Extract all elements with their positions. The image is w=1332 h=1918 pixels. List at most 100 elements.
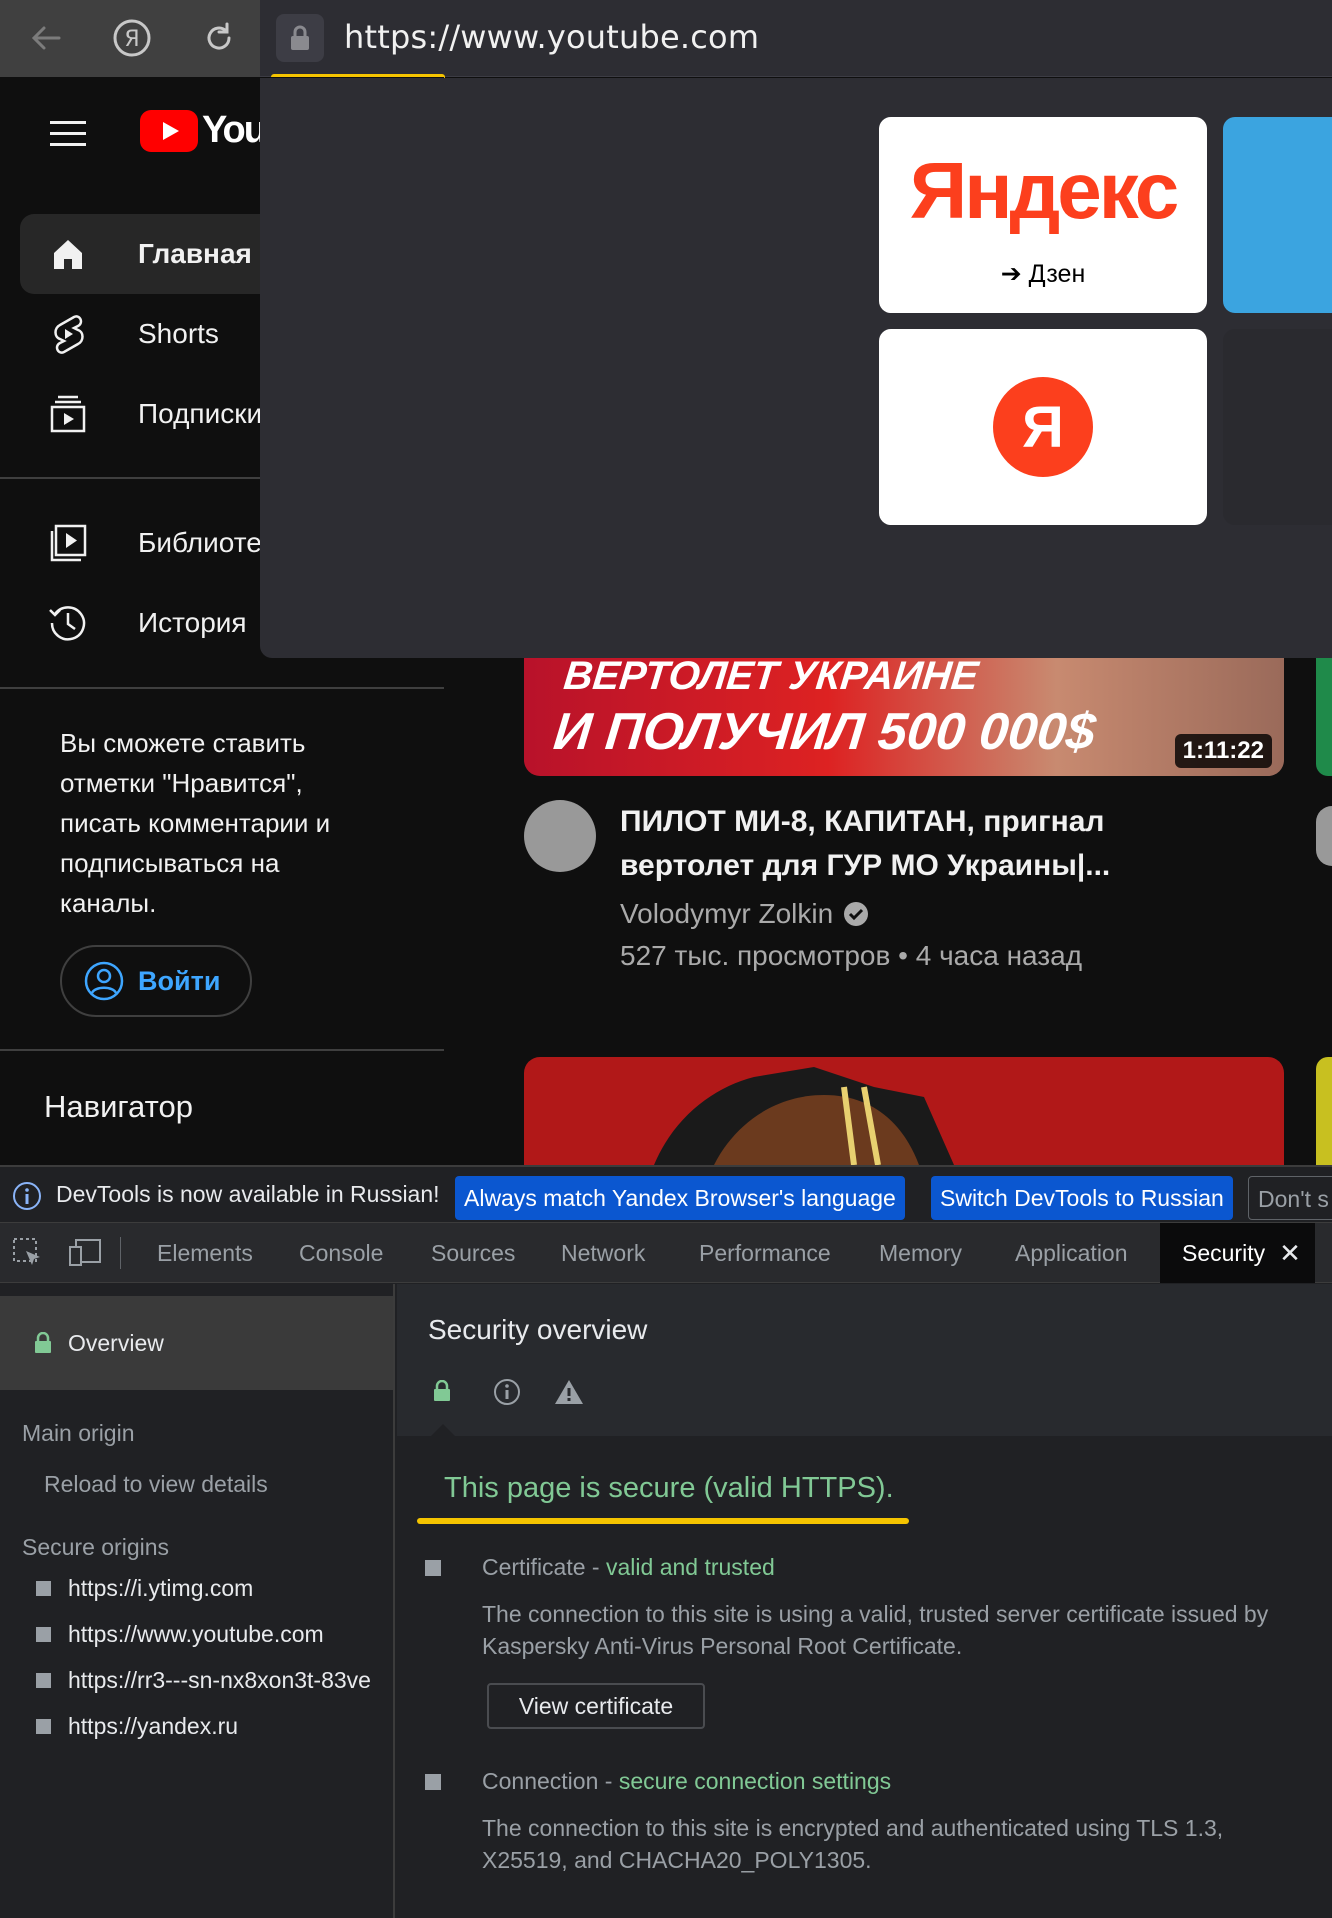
yandex-logo: Яндекс bbox=[879, 145, 1207, 237]
security-overview-header: Security overview bbox=[397, 1284, 1332, 1436]
secure-lock-icon bbox=[434, 1380, 450, 1401]
tab-application[interactable]: Application bbox=[1015, 1223, 1128, 1283]
ya-logo-icon: Я bbox=[993, 377, 1093, 477]
certificate-label: Certificate bbox=[482, 1554, 586, 1580]
thumbnail-text: ВЕРТОЛЕТ УКРАИНЕ bbox=[561, 654, 981, 698]
origin-url: https://rr3---sn-nx8xon3t-83ve bbox=[68, 1667, 371, 1693]
lock-icon[interactable] bbox=[276, 14, 324, 62]
sidebar-item-overview[interactable]: Overview bbox=[0, 1296, 393, 1390]
channel-avatar[interactable] bbox=[524, 800, 596, 872]
verified-check-icon bbox=[844, 902, 869, 926]
connection-label: Connection bbox=[482, 1768, 599, 1794]
switch-russian-button[interactable]: Switch DevTools to Russian bbox=[931, 1176, 1233, 1220]
next-thumbnail-edge[interactable] bbox=[1316, 1057, 1332, 1165]
back-arrow-icon[interactable] bbox=[18, 10, 74, 66]
toolbar-divider bbox=[120, 1237, 121, 1269]
origin-item[interactable]: https://yandex.ru bbox=[36, 1713, 238, 1740]
navigator-heading: Навигатор bbox=[44, 1089, 193, 1124]
youtube-play-icon bbox=[140, 109, 198, 152]
video-thumbnail[interactable] bbox=[524, 1057, 1284, 1165]
channel-name[interactable]: Volodymyr Zolkin bbox=[620, 898, 833, 930]
tab-memory[interactable]: Memory bbox=[879, 1223, 962, 1283]
main-origin-heading: Main origin bbox=[22, 1420, 135, 1446]
certificate-status: valid and trusted bbox=[606, 1554, 775, 1580]
connection-heading: Connection - secure connection settings bbox=[482, 1768, 892, 1794]
speed-dial-tile-yandex[interactable]: Яндекс ➔ Дзен bbox=[879, 117, 1207, 313]
certificate-heading: Certificate - valid and trusted bbox=[482, 1554, 775, 1580]
origin-item[interactable]: https://www.youtube.com bbox=[36, 1621, 324, 1648]
origin-item[interactable]: https://i.ytimg.com bbox=[36, 1575, 253, 1602]
tab-console[interactable]: Console bbox=[299, 1223, 383, 1283]
origin-item[interactable]: https://rr3---sn-nx8xon3t-83ve bbox=[36, 1667, 393, 1694]
sidebar-item-label: Shorts bbox=[138, 318, 219, 349]
selection-caret bbox=[431, 1424, 455, 1436]
dont-show-button[interactable]: Don't s bbox=[1248, 1176, 1332, 1220]
svg-text:Я: Я bbox=[124, 27, 139, 52]
address-bar[interactable]: https://www.youtube.com bbox=[260, 0, 1332, 80]
tab-sources[interactable]: Sources bbox=[431, 1223, 515, 1283]
sidebar-item-label: Главная bbox=[138, 238, 252, 269]
signin-label: Войти bbox=[138, 965, 221, 996]
reload-icon[interactable] bbox=[191, 10, 247, 66]
hamburger-menu-icon[interactable] bbox=[48, 117, 88, 154]
tab-security[interactable]: Security ✕ bbox=[1160, 1223, 1315, 1283]
info-icon bbox=[12, 1181, 42, 1216]
security-overview-title: Security overview bbox=[428, 1314, 648, 1345]
connection-status: secure connection settings bbox=[618, 1768, 892, 1794]
info-icon bbox=[494, 1379, 520, 1405]
origin-url: https://www.youtube.com bbox=[68, 1621, 324, 1647]
inspect-element-icon[interactable] bbox=[12, 1237, 44, 1274]
sidebar-item-label: История bbox=[138, 607, 247, 638]
channel-name-row[interactable]: Volodymyr Zolkin bbox=[620, 898, 869, 930]
next-channel-avatar[interactable] bbox=[1316, 806, 1332, 866]
tab-network[interactable]: Network bbox=[561, 1223, 645, 1283]
history-icon bbox=[20, 602, 116, 644]
highlight-underline bbox=[417, 1518, 909, 1524]
certificate-bullet bbox=[425, 1560, 441, 1576]
signin-button[interactable]: Войти bbox=[60, 945, 252, 1017]
banner-message: DevTools is now available in Russian! bbox=[56, 1181, 440, 1207]
divider bbox=[0, 687, 444, 689]
library-icon bbox=[20, 523, 116, 563]
device-toolbar-icon[interactable] bbox=[68, 1237, 102, 1274]
yandex-logo-text: Яндекс bbox=[909, 146, 1180, 235]
speed-dial-tile[interactable] bbox=[1223, 117, 1332, 313]
speed-dial-tile-empty[interactable] bbox=[1223, 329, 1332, 525]
overview-label: Overview bbox=[68, 1330, 164, 1356]
close-tab-icon[interactable]: ✕ bbox=[1279, 1223, 1301, 1283]
tab-security-label: Security bbox=[1182, 1240, 1266, 1266]
yandex-home-icon[interactable]: Я bbox=[104, 10, 160, 66]
sidebar-item-label: Подписки bbox=[138, 398, 263, 429]
lock-icon bbox=[35, 1332, 51, 1353]
tab-performance[interactable]: Performance bbox=[699, 1223, 831, 1283]
browser-toolbar: Я https://www.youtube.com bbox=[0, 0, 1332, 80]
shorts-icon bbox=[20, 314, 116, 354]
security-main-panel: Security overview This page is secure (v… bbox=[397, 1284, 1332, 1918]
secure-origins-heading: Secure origins bbox=[22, 1534, 170, 1560]
connection-description: The connection to this site is encrypted… bbox=[482, 1815, 1224, 1873]
divider bbox=[0, 1049, 444, 1051]
signin-prompt: Вы сможете ставить отметки "Нравится", п… bbox=[60, 728, 331, 918]
home-icon bbox=[20, 236, 116, 272]
video-thumbnail[interactable]: ВЕРТОЛЕТ УКРАИНЕ И ПОЛУЧИЛ 500 000$ 1:11… bbox=[524, 640, 1284, 776]
warning-icon bbox=[555, 1380, 583, 1404]
subscriptions-icon bbox=[20, 395, 116, 433]
thumbnail-text: И ПОЛУЧИЛ 500 000$ bbox=[550, 703, 1099, 761]
match-language-button[interactable]: Always match Yandex Browser's language bbox=[455, 1176, 905, 1220]
speed-dial-tile-ya[interactable]: Я bbox=[879, 329, 1207, 525]
language-banner: DevTools is now available in Russian! Al… bbox=[0, 1165, 1332, 1223]
tile-caption: ➔ Дзен bbox=[1000, 260, 1086, 288]
view-certificate-button[interactable]: View certificate bbox=[487, 1683, 705, 1729]
video-meta: 527 тыс. просмотров • 4 часа назад bbox=[620, 940, 1083, 971]
video-duration: 1:11:22 bbox=[1174, 734, 1272, 768]
omnibox-dropdown: Яндекс ➔ Дзен Я bbox=[260, 78, 1332, 658]
url-text[interactable]: https://www.youtube.com bbox=[344, 18, 759, 56]
main-origin-detail: Reload to view details bbox=[44, 1471, 268, 1497]
security-summary: This page is secure (valid HTTPS). bbox=[444, 1472, 894, 1504]
devtools-panel: DevTools is now available in Russian! Al… bbox=[0, 1165, 1332, 1918]
origin-url: https://yandex.ru bbox=[68, 1713, 239, 1739]
tab-elements[interactable]: Elements bbox=[157, 1223, 253, 1283]
certificate-description: The connection to this site is using a v… bbox=[482, 1601, 1269, 1659]
video-title[interactable]: ПИЛОТ МИ-8, КАПИТАН, пригнал вертолет дл… bbox=[620, 800, 1180, 888]
next-thumbnail-edge[interactable] bbox=[1316, 640, 1332, 776]
